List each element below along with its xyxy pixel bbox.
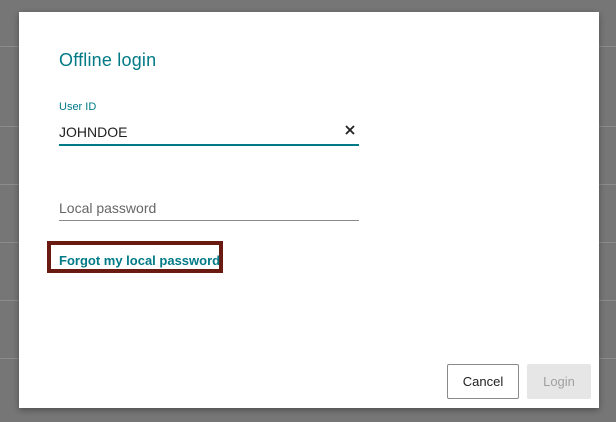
dialog-title: Offline login	[59, 50, 157, 70]
cancel-button[interactable]: Cancel	[447, 364, 519, 399]
forgot-password-link[interactable]: Forgot my local password	[59, 253, 220, 268]
close-icon[interactable]	[342, 122, 358, 138]
user-id-label: User ID	[59, 101, 97, 113]
offline-login-dialog: Offline login User ID Forgot my local pa…	[19, 12, 599, 408]
login-button[interactable]: Login	[527, 364, 591, 399]
local-password-input[interactable]	[59, 196, 359, 221]
user-id-input[interactable]	[59, 120, 359, 146]
